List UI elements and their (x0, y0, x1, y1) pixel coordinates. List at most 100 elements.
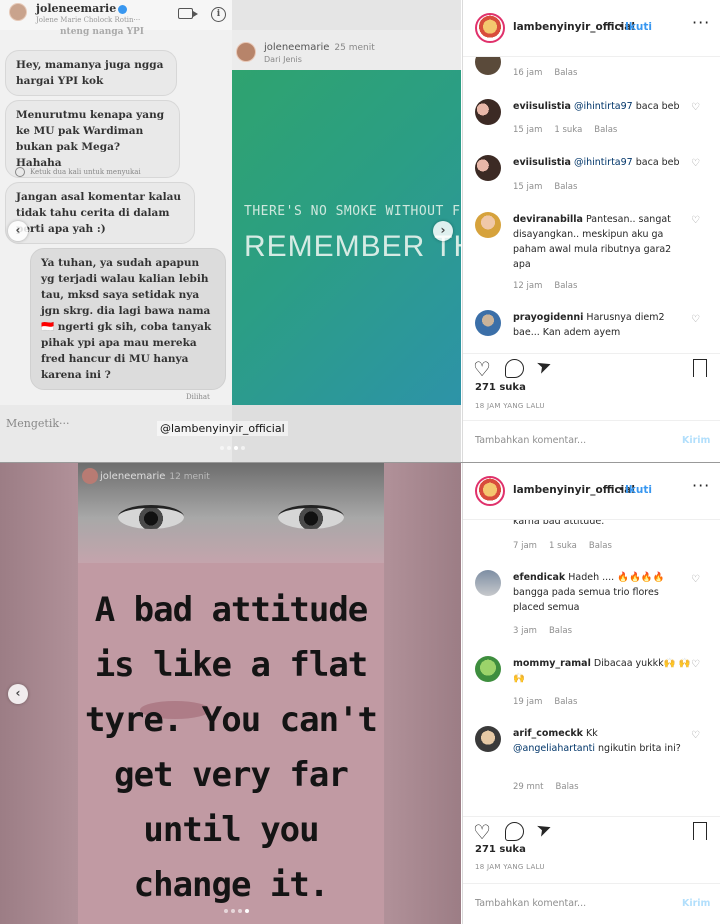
action-bar: ♡ ➤ (463, 353, 720, 383)
comment-meta: 29 mnt Balas (513, 782, 579, 792)
comment-meta: 16 jam Balas (513, 68, 578, 78)
chat-subtitle: Jolene Marie Cholock Rotin··· (36, 16, 141, 24)
chat-avatar (9, 3, 27, 21)
comment-text: karna bad attitude. (513, 520, 605, 527)
chat-top-fragment: nteng nanga YPI (60, 27, 144, 37)
comment-like-heart-icon[interactable]: ♡ (691, 659, 700, 670)
comment-input[interactable]: Tambahkan komentar... (475, 898, 586, 909)
post-header: lambenyinyir_official • Ikuti ··· (463, 0, 720, 57)
post-1: joleneemarie Jolene Marie Cholock Rotin·… (0, 0, 720, 462)
typing-placeholder: Mengetik··· (6, 417, 70, 430)
story-text-line-1: THERE'S NO SMOKE WITHOUT FIRE. (244, 204, 461, 219)
separator-dot: • (618, 484, 624, 495)
comment-text: mommy_ramal Dibacaa yukkk🙌 🙌🙌 (513, 658, 691, 684)
comment-avatar[interactable] (475, 726, 501, 752)
post-time: 18 JAM YANG LALU (475, 863, 545, 871)
author-avatar[interactable] (475, 476, 505, 506)
reply-button[interactable]: Balas (554, 68, 577, 78)
heart-icon[interactable]: ♡ (473, 359, 491, 379)
carousel-dots (220, 446, 245, 450)
chat-bubble: Jangan asal komentar kalau tidak tahu ce… (5, 182, 195, 244)
post-2-media[interactable]: joleneemarie 12 menit A bad attitude is l… (0, 463, 461, 924)
chevron-left-icon[interactable]: ‹ (8, 221, 28, 241)
comment-icon[interactable] (505, 359, 524, 378)
chevron-left-icon[interactable]: ‹ (8, 684, 28, 704)
comment-avatar[interactable] (475, 570, 501, 596)
post-2-sidebar: lambenyinyir_official • Ikuti ··· karna … (462, 463, 720, 924)
comment-avatar[interactable] (475, 310, 501, 336)
share-icon[interactable]: ➤ (534, 354, 555, 379)
comment-like-heart-icon[interactable]: ♡ (691, 215, 700, 226)
story-avatar (82, 468, 98, 484)
eye-left (118, 505, 184, 529)
post-comment-button[interactable]: Kirim (682, 435, 710, 446)
comment-avatar[interactable] (475, 99, 501, 125)
story-source: Dari Jenis (264, 55, 302, 64)
chat-bubble: Ya tuhan, ya sudah apapun yg terjadi wal… (30, 248, 226, 390)
image-blur-right (384, 463, 461, 924)
info-icon: i (211, 7, 226, 22)
separator-dot: • (618, 21, 624, 32)
chat-screenshot: joleneemarie Jolene Marie Cholock Rotin·… (0, 0, 232, 405)
comment-text: efendicak Hadeh .... 🔥🔥🔥🔥 bangga pada se… (513, 572, 665, 613)
eye-right (278, 505, 344, 529)
author-avatar[interactable] (475, 13, 505, 43)
follow-button[interactable]: Ikuti (625, 21, 652, 33)
comments-list[interactable]: 16 jam Balas eviisulistia @ihintirta97 ba… (463, 57, 720, 347)
post-comment-button[interactable]: Kirim (682, 898, 710, 909)
seen-label: Dilihat (186, 393, 210, 401)
post-time: 18 JAM YANG LALU (475, 402, 545, 410)
comment-avatar[interactable] (475, 656, 501, 682)
comment-text: eviisulistia @ihintirta97 baca beb (513, 101, 680, 112)
chat-bubble: Menurutmu kenapa yang ke MU pak Wardiman… (5, 100, 180, 178)
chevron-right-icon[interactable]: › (433, 221, 453, 241)
likes-count[interactable]: 271 suka (475, 844, 526, 855)
story-time: 25 menit (334, 43, 375, 53)
author-username[interactable]: lambenyinyir_official (513, 484, 635, 496)
follow-button[interactable]: Ikuti (625, 484, 652, 496)
verified-badge-icon (118, 4, 128, 14)
post-1-media[interactable]: joleneemarie Jolene Marie Cholock Rotin·… (0, 0, 461, 462)
add-comment-bar: Tambahkan komentar... Kirim (463, 420, 720, 460)
story-avatar (236, 42, 256, 62)
bookmark-icon[interactable] (693, 359, 707, 379)
add-comment-bar: Tambahkan komentar... Kirim (463, 883, 720, 923)
watermark: @lambenyinyir_official (157, 421, 288, 436)
likes-count[interactable]: 271 suka (475, 382, 526, 393)
post-2: joleneemarie 12 menit A bad attitude is l… (0, 462, 720, 924)
comment-text: arif_comeckk Kk @angeliahartanti ngikutin… (513, 728, 681, 754)
comment-text: prayogidenni Harusnya diem2 bae... Kan a… (513, 312, 665, 338)
carousel-dots (224, 909, 249, 913)
heart-icon[interactable]: ♡ (473, 822, 491, 842)
heart-hint-icon (15, 167, 25, 177)
comment-meta: 15 jam 1 suka Balas (513, 125, 618, 135)
comment-text: deviranabilla Pantesan.. sangat disayang… (513, 214, 672, 270)
comment-input[interactable]: Tambahkan komentar... (475, 435, 586, 446)
story-name: joleneemarie 12 menit (100, 471, 210, 482)
comment-avatar[interactable] (475, 57, 501, 75)
comment-like-heart-icon[interactable]: ♡ (691, 574, 700, 585)
share-icon[interactable]: ➤ (534, 817, 555, 842)
comment-like-heart-icon[interactable]: ♡ (691, 158, 700, 169)
quote-text: A bad attitude is like a flat tyre. You … (84, 590, 378, 905)
bookmark-icon[interactable] (693, 822, 707, 842)
more-options-icon[interactable]: ··· (692, 13, 710, 32)
comment-meta: 19 jam Balas (513, 697, 578, 707)
double-tap-hint: Ketuk dua kali untuk menyukai (30, 168, 141, 176)
comment-icon[interactable] (505, 822, 524, 841)
chat-bubble: Hey, mamanya juga ngga hargai YPI kok (5, 50, 177, 96)
comment-meta: 15 jam Balas (513, 182, 578, 192)
comment-meta: 12 jam Balas (513, 281, 578, 291)
comments-list[interactable]: karna bad attitude. 7 jam 1 suka Balas efe… (463, 520, 720, 810)
chat-name: joleneemarie (36, 2, 128, 15)
more-options-icon[interactable]: ··· (692, 476, 710, 495)
comment-avatar[interactable] (475, 155, 501, 181)
comment-like-heart-icon[interactable]: ♡ (691, 314, 700, 325)
action-bar: ♡ ➤ (463, 816, 720, 846)
comment-text: eviisulistia @ihintirta97 baca beb (513, 157, 680, 168)
comment-avatar[interactable] (475, 212, 501, 238)
comment-like-heart-icon[interactable]: ♡ (691, 730, 700, 741)
comment-like-heart-icon[interactable]: ♡ (691, 102, 700, 113)
post-1-sidebar: lambenyinyir_official • Ikuti ··· 16 jam… (462, 0, 720, 462)
author-username[interactable]: lambenyinyir_official (513, 21, 635, 33)
